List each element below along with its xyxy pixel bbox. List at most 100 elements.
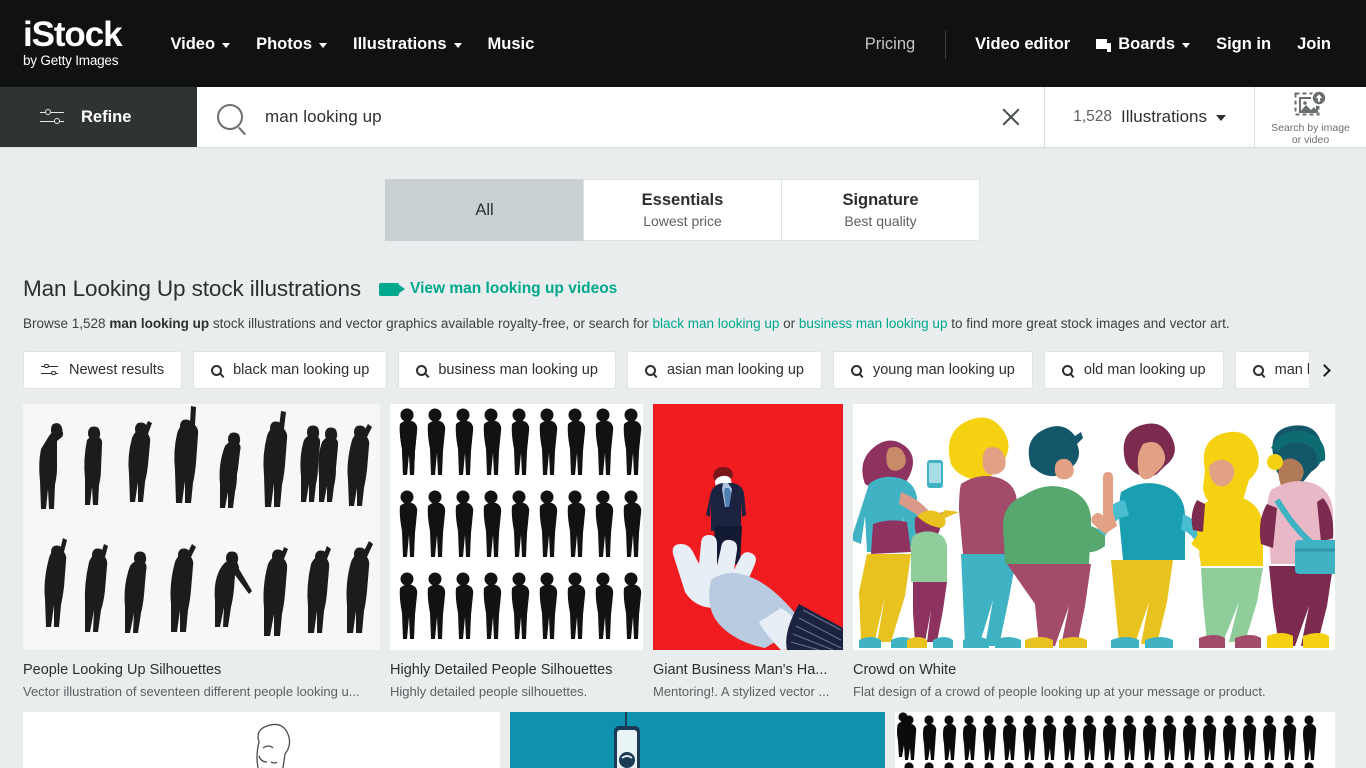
nav-item-label: Join (1297, 35, 1331, 53)
search-bar: Refine man looking up 1,528 Illustration… (0, 87, 1366, 148)
page-title: Man Looking Up stock illustrations (23, 276, 362, 301)
view-videos-label: View man looking up videos (410, 280, 618, 297)
chip-label: black man looking up (233, 362, 370, 378)
giant-hand-businessman-art (653, 404, 843, 650)
result-title: People Looking Up Silhouettes (23, 662, 222, 678)
result-title: Highly Detailed People Silhouettes (390, 662, 613, 678)
tab-essentials[interactable]: Essentials Lowest price (583, 179, 782, 241)
nav-item-illustrations[interactable]: Illustrations (340, 29, 475, 60)
tab-all[interactable]: All (385, 179, 584, 241)
refine-label: Refine (81, 107, 132, 126)
result-card[interactable] (23, 712, 500, 768)
result-title: Giant Business Man's Ha... (653, 662, 828, 678)
tab-label: Signature (842, 191, 919, 209)
chip-asian-man-looking-up[interactable]: asian man looking up (626, 351, 822, 389)
chip-newest-results[interactable]: Newest results (23, 351, 183, 389)
nav-item-video-editor[interactable]: Video editor (962, 29, 1083, 60)
nav-item-label: Illustrations (353, 35, 447, 53)
nav-item-label: Video (170, 35, 216, 53)
chip-label: asian man looking up (666, 362, 804, 378)
search-by-image-label: Search by image or video (1271, 122, 1350, 146)
chip-label: Newest results (69, 362, 165, 378)
crowd-on-white-art (853, 404, 1335, 650)
search-input-container[interactable]: man looking up (197, 87, 1000, 147)
istock-logo[interactable]: iStock by Getty Images (23, 17, 123, 69)
search-bar-actions: 1,528 Illustrations Search by image or v… (1000, 87, 1366, 147)
tab-label: All (475, 200, 494, 219)
description-part-2: stock illustrations and vector graphics … (209, 316, 653, 331)
chevron-down-icon (1216, 115, 1226, 121)
nav-item-photos[interactable]: Photos (243, 29, 340, 60)
related-searches-row: Newest results black man looking up busi… (23, 351, 1343, 389)
license-tabs: All Essentials Lowest price Signature Be… (385, 179, 980, 241)
search-input[interactable]: man looking up (265, 107, 382, 127)
result-title: Crowd on White (853, 662, 957, 678)
video-camera-icon (379, 282, 406, 296)
search-by-image-line1: Search by image (1271, 121, 1350, 134)
result-thumbnail[interactable] (23, 404, 380, 650)
nav-item-label: Photos (256, 35, 312, 53)
result-card[interactable] (510, 712, 885, 768)
chevron-down-icon (453, 43, 462, 48)
chevron-down-icon (222, 43, 231, 48)
nav-item-video[interactable]: Video (157, 29, 243, 60)
clear-search-icon[interactable] (1000, 106, 1022, 128)
nav-item-label: Video editor (975, 35, 1071, 53)
description-link-business[interactable]: business man looking up (799, 316, 948, 331)
result-description: Vector illustration of seventeen differe… (23, 684, 360, 699)
search-icon (217, 104, 243, 130)
chip-business-man-looking-up[interactable]: business man looking up (398, 351, 616, 389)
chip-label: young man looking up (872, 362, 1015, 378)
result-card[interactable]: People Looking Up Silhouettes Vector ill… (23, 404, 380, 699)
result-thumbnail[interactable] (653, 404, 843, 650)
tab-signature[interactable]: Signature Best quality (781, 179, 980, 241)
results-row: People Looking Up Silhouettes Vector ill… (23, 404, 1343, 699)
secondary-nav: Pricing Video editor Boards Sign in Join (851, 29, 1344, 60)
nav-item-label: Music (487, 35, 535, 53)
result-thumbnail[interactable] (390, 404, 643, 650)
result-thumbnail[interactable] (23, 712, 500, 768)
result-thumbnail[interactable] (853, 404, 1335, 650)
result-thumbnail[interactable] (510, 712, 885, 768)
related-searches-next-button[interactable] (1309, 351, 1343, 389)
image-upload-icon (1294, 90, 1327, 115)
result-card[interactable]: Highly Detailed People Silhouettes Highl… (390, 404, 643, 699)
asset-type-selector[interactable]: 1,528 Illustrations (1045, 107, 1254, 127)
search-by-image-button[interactable]: Search by image or video (1255, 89, 1366, 146)
search-icon (850, 364, 862, 376)
bearded-man-line-drawing-art (23, 712, 500, 768)
refine-button[interactable]: Refine (0, 87, 197, 147)
search-icon (644, 364, 656, 376)
nav-divider (945, 30, 947, 59)
view-videos-link[interactable]: View man looking up videos (379, 280, 617, 298)
nav-item-label: Sign in (1216, 35, 1272, 53)
boards-icon (1096, 39, 1112, 52)
people-looking-up-silhouettes-art (23, 404, 380, 650)
nav-item-join[interactable]: Join (1284, 29, 1344, 60)
chip-old-man-looking-up[interactable]: old man looking up (1043, 351, 1224, 389)
result-card[interactable]: Crowd on White Flat design of a crowd of… (853, 404, 1335, 699)
nav-item-pricing[interactable]: Pricing (851, 29, 929, 60)
description-keyword: man looking up (109, 316, 210, 331)
detailed-people-silhouettes-art (390, 404, 643, 650)
nav-item-sign-in[interactable]: Sign in (1203, 29, 1284, 60)
chip-black-man-looking-up[interactable]: black man looking up (193, 351, 388, 389)
results-row (23, 712, 1343, 768)
chevron-down-icon (319, 43, 327, 48)
crowd-silhouettes-row-art (895, 712, 1335, 768)
result-card[interactable]: Giant Business Man's Ha... Mentoring!. A… (653, 404, 843, 699)
nav-item-boards[interactable]: Boards (1083, 29, 1203, 60)
result-description: Mentoring!. A stylized vector ... (653, 684, 830, 699)
result-card[interactable] (895, 712, 1335, 768)
search-by-image-line2: or video (1291, 133, 1330, 146)
main-content: Man Looking Up stock illustrations View … (0, 276, 1366, 768)
description-link-black[interactable]: black man looking up (653, 316, 780, 331)
page-description: Browse 1,528 man looking up stock illust… (23, 315, 1343, 333)
result-description: Flat design of a crowd of people looking… (853, 684, 1266, 699)
chip-young-man-looking-up[interactable]: young man looking up (832, 351, 1033, 389)
chevron-down-icon (1182, 43, 1191, 48)
primary-nav: Video Photos Illustrations Music (157, 29, 547, 60)
filter-sliders-icon (40, 109, 64, 126)
nav-item-music[interactable]: Music (475, 29, 548, 60)
result-thumbnail[interactable] (895, 712, 1335, 768)
